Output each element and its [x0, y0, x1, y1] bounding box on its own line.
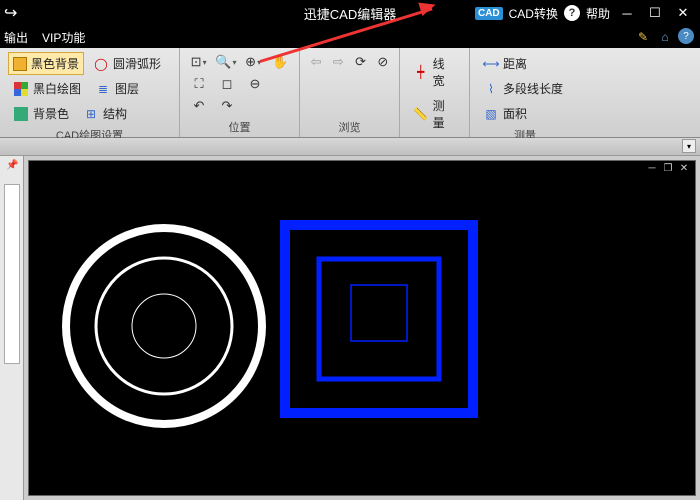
minimize-button[interactable]: ─ [616, 4, 638, 22]
measure-button[interactable]: 📏 测量 [408, 94, 461, 134]
ribbon-subbar: ▾ [0, 138, 700, 156]
layer-label: 图层 [115, 80, 139, 97]
ribbon-group-cad-settings: 黑色背景 ◯ 圆滑弧形 黑白绘图 ≣ 图层 [0, 48, 180, 137]
maximize-button[interactable]: ☐ [644, 4, 666, 22]
expand-ribbon-button[interactable]: ▾ [682, 139, 696, 153]
vertical-ruler [4, 184, 20, 364]
black-bg-label: 黑色背景 [31, 55, 79, 72]
distance-button[interactable]: ⟷ 距离 [478, 52, 572, 75]
bw-draw-button[interactable]: 黑白绘图 [8, 77, 86, 100]
structure-icon: ⊞ [83, 106, 99, 122]
ribbon-group-position: ⊡ 🔍 ⊕ ✋ ⛶ ◻ ⊖ ↶ ↷ 位置 [180, 48, 300, 137]
menu-vip[interactable]: VIP功能 [42, 29, 85, 46]
bg-color-button[interactable]: 背景色 [8, 102, 74, 125]
canvas-restore-icon[interactable]: ❐ [661, 163, 675, 174]
prev-icon[interactable]: ⇦ [308, 52, 324, 72]
area-label: 面积 [503, 105, 527, 122]
side-panel: 📌 [0, 156, 24, 500]
ruler-icon: 📏 [413, 106, 429, 122]
canvas-close-icon[interactable]: ✕ [677, 163, 691, 174]
fit-icon[interactable]: ⊡ [188, 52, 209, 72]
smooth-arc-button[interactable]: ◯ 圆滑弧形 [88, 52, 166, 75]
black-bg-icon [13, 57, 27, 71]
workspace: 📌 ─ ❐ ✕ [0, 156, 700, 500]
area-icon: ▧ [483, 106, 499, 122]
zoomout-icon[interactable]: ⊖ [244, 74, 266, 94]
polyline-label: 多段线长度 [503, 80, 563, 97]
help-label[interactable]: 帮助 [586, 5, 610, 22]
linewidth-label: 线宽 [433, 55, 456, 89]
edit-icon[interactable]: ✎ [634, 28, 652, 46]
help-icon[interactable]: ? [564, 5, 580, 21]
smooth-arc-label: 圆滑弧形 [113, 55, 161, 72]
canvas[interactable]: ─ ❐ ✕ [28, 160, 696, 496]
help-small-icon[interactable]: ? [678, 28, 694, 44]
polyline-button[interactable]: ⌇ 多段线长度 [478, 77, 572, 100]
zoom-icon[interactable]: 🔍 [215, 52, 236, 72]
black-bg-button[interactable]: 黑色背景 [8, 52, 84, 75]
rotate-right-icon[interactable]: ↷ [216, 96, 238, 116]
structure-button[interactable]: ⊞ 结构 [78, 102, 132, 125]
close-button[interactable]: ✕ [672, 4, 694, 22]
layer-button[interactable]: ≣ 图层 [90, 77, 144, 100]
structure-label: 结构 [103, 105, 127, 122]
extents-icon[interactable]: ⛶ [188, 74, 210, 94]
refresh-icon[interactable]: ⟳ [353, 52, 369, 72]
circles-drawing [59, 221, 269, 431]
redo-icon[interactable]: ↪ [0, 3, 17, 23]
pin-icon[interactable]: 📌 [6, 160, 18, 171]
ribbon-group-hide: ┿ 线宽 📏 测量 A 文本 隐藏 [400, 48, 470, 137]
distance-icon: ⟷ [483, 56, 499, 72]
rotate-left-icon[interactable]: ↶ [188, 96, 210, 116]
stop-icon[interactable]: ⊘ [375, 52, 391, 72]
bgcolor-icon [13, 106, 29, 122]
layer-icon: ≣ [95, 81, 111, 97]
measure-label: 测量 [433, 97, 456, 131]
menu-output[interactable]: 输出 [4, 29, 28, 46]
ribbon-group-browse: ⇦ ⇨ ⟳ ⊘ 浏览 [300, 48, 400, 137]
distance-label: 距离 [503, 55, 527, 72]
window-icon[interactable]: ◻ [216, 74, 238, 94]
canvas-minimize-icon[interactable]: ─ [645, 163, 659, 174]
titlebar: ↪ 迅捷CAD编辑器 CAD CAD转换 ? 帮助 ─ ☐ ✕ [0, 0, 700, 26]
polyline-icon: ⌇ [483, 81, 499, 97]
bw-icon [13, 81, 29, 97]
menubar: 输出 VIP功能 ✎ ⌂ ? [0, 26, 700, 48]
squares-drawing [279, 219, 479, 419]
bw-draw-label: 黑白绘图 [33, 80, 81, 97]
linewidth-button[interactable]: ┿ 线宽 [408, 52, 461, 92]
bg-color-label: 背景色 [33, 105, 69, 122]
app-title: 迅捷CAD编辑器 [304, 4, 396, 23]
next-icon[interactable]: ⇨ [330, 52, 346, 72]
cad-convert-label[interactable]: CAD转换 [509, 5, 558, 22]
ribbon: 黑色背景 ◯ 圆滑弧形 黑白绘图 ≣ 图层 [0, 48, 700, 138]
home-icon[interactable]: ⌂ [656, 28, 674, 46]
ribbon-group-measure: ⟷ 距离 ⌇ 多段线长度 ▧ 面积 测量 [470, 48, 580, 137]
arc-icon: ◯ [93, 56, 109, 72]
group-label-browse: 浏览 [308, 117, 391, 135]
area-button[interactable]: ▧ 面积 [478, 102, 572, 125]
linewidth-icon: ┿ [413, 64, 429, 80]
group-label-position: 位置 [188, 117, 291, 135]
cad-badge-icon: CAD [475, 7, 503, 20]
